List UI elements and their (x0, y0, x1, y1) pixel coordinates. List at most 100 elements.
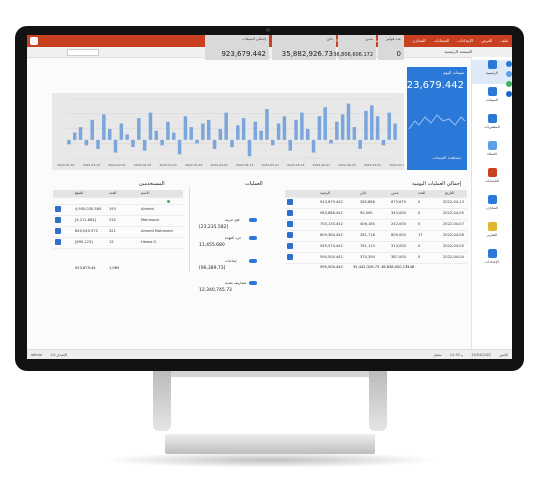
chart-bar (300, 112, 304, 140)
view-details-icon[interactable] (55, 217, 61, 223)
view-sales-link[interactable]: مشاهدة المبيعات (433, 155, 461, 160)
table-cell: 343,000 (391, 211, 406, 215)
status-item: 12:30 م (449, 353, 464, 357)
chart-bar (276, 123, 281, 140)
transaction-toggle[interactable] (249, 281, 257, 285)
status-item: admin (31, 353, 42, 357)
table-cell: 232 (109, 218, 116, 222)
status-item: الإصدار 1.0 (49, 353, 68, 357)
table-cell: 313,000 (391, 244, 406, 248)
table-cell: 0 (418, 211, 421, 215)
table-cell: Mahmoud (141, 218, 159, 222)
sidebar-item[interactable]: العملاء (472, 141, 512, 165)
menu-item[interactable]: المخازن (412, 38, 425, 43)
kpi-card-invoices: عدد فواتير 0 (378, 35, 404, 60)
whatsapp-icon[interactable] (506, 81, 512, 87)
sidebar-item[interactable]: الحسابات (472, 168, 512, 192)
column-header: العدد (109, 191, 117, 195)
transaction-toggle[interactable] (249, 236, 257, 240)
search-input[interactable] (67, 49, 99, 56)
sidebar-item-label: الرئيسية (485, 71, 499, 75)
settings-icon (487, 249, 497, 258)
x-tick-label: 2022-06-15 (338, 163, 356, 167)
chart-bar (364, 110, 368, 140)
table-row[interactable]: 2022-04-05 0 313,000 761,115 549,574.442 (285, 242, 467, 253)
home-icon (487, 60, 497, 69)
view-details-icon[interactable] (287, 243, 293, 249)
table-row[interactable]: 2022-04-13 0 673,670 285,886 923,679.442 (285, 198, 467, 209)
help-icon[interactable] (506, 91, 512, 97)
transaction-toggle[interactable] (249, 218, 257, 222)
table-cell: 406,185 (360, 222, 375, 226)
toolbar: الصفحة الرئيسية (27, 47, 512, 58)
chart-bar (195, 139, 199, 144)
transaction-amount: [23,235.582] (199, 225, 229, 230)
chart-bar (142, 139, 147, 151)
menu-item[interactable]: العرض (481, 38, 492, 43)
chart-bar (224, 112, 228, 140)
stand-shadow (100, 452, 440, 468)
x-tick-label: 2022-05-15 (287, 163, 305, 167)
view-details-icon[interactable] (55, 206, 61, 212)
breadcrumb: الصفحة الرئيسية (444, 49, 472, 54)
chart-bar (305, 128, 310, 140)
view-details-icon[interactable] (287, 232, 293, 238)
chart-bar (317, 116, 322, 140)
table-cell: 923,679.442 (320, 200, 343, 204)
sidebar-item[interactable]: المخازن (472, 195, 512, 219)
chart-bar (259, 130, 263, 140)
daily-section-title: إجمالي العمليات اليومية (412, 181, 462, 187)
transaction-label: إيداعات (225, 259, 237, 263)
view-details-icon[interactable] (287, 221, 293, 227)
sidebar-item[interactable]: التقارير (472, 222, 512, 246)
view-details-icon[interactable] (55, 239, 61, 245)
x-tick-label: 2022-07-01 (364, 163, 382, 167)
today-sales-card[interactable]: مبيعات اليوم 923,679.442 مشاهدة المبيعات (400, 67, 467, 170)
sidebar-item-label: العملاء (487, 152, 497, 156)
sidebar-item[interactable]: الإعدادات (472, 249, 512, 273)
chart-bar (90, 119, 94, 140)
kpi-label: مدين (365, 37, 373, 41)
chart-bar (247, 139, 252, 157)
view-details-icon[interactable] (287, 254, 293, 260)
home-icon[interactable] (506, 61, 512, 67)
view-details-icon[interactable] (287, 199, 293, 205)
warehouse-icon (487, 195, 497, 204)
sidebar-item-label: المبيعات (485, 98, 499, 102)
chart-bar (166, 121, 170, 140)
table-row[interactable]: Mahmoud 232 [4,211.884] (53, 216, 183, 227)
transaction-label: فتح خزينة (225, 218, 240, 222)
chart-bar (78, 127, 83, 140)
chart-bar (329, 139, 333, 144)
view-details-icon[interactable] (55, 228, 61, 234)
table-cell: 0 (418, 244, 421, 248)
search-icon[interactable] (506, 71, 512, 77)
menu-item[interactable]: ملف (500, 38, 508, 43)
table-row[interactable]: 2022-04-07 0 242,000 406,185 700,130.442 (285, 220, 467, 231)
table-row[interactable]: Ahmed 193 4,950,030.584 (53, 205, 183, 216)
table-row[interactable]: Helwa G 12 [890,123] (53, 238, 183, 249)
table-row[interactable]: 2022-04-05 0 343,000 90,000 983,688.442 (285, 209, 467, 220)
table-cell: 17 (418, 233, 423, 237)
menu-item[interactable]: الإعدادات (457, 38, 473, 43)
sidebar-item[interactable]: المشتريات (472, 114, 512, 138)
column-header: المبلغ (75, 191, 84, 195)
transaction-toggle[interactable] (249, 259, 257, 263)
daily-totals-row: 1446 38,838,000.17 35,442,326.73 590,500.44… (285, 265, 467, 271)
chart-bar (323, 107, 327, 140)
table-row[interactable]: Ahmed Mohamed 321 849,049.572 (53, 227, 183, 238)
transaction-amount: [96,389.73] (199, 266, 226, 271)
kpi-card-debit: مدين 36,806,606.172 (333, 35, 376, 60)
x-tick-label: 2022-01-15 (83, 163, 101, 167)
kpi-value: 0 (396, 50, 401, 58)
table-row[interactable]: 2022-04-04 0 387,000 370,390 590,500.442 (285, 253, 467, 264)
table-row[interactable]: 2022-04-06 17 809,000 281,716 809,384.442 (285, 231, 467, 242)
table-cell: 2022-04-07 (443, 222, 464, 226)
quick-icons (505, 57, 512, 117)
accounts-icon (487, 168, 497, 177)
menu-item[interactable]: الحسابات (434, 38, 450, 43)
view-details-icon[interactable] (287, 210, 293, 216)
x-tick-label: 2022-04-01 (211, 163, 229, 167)
chart-bar (230, 139, 234, 148)
status-bar: admin الإصدار 1.0 الإثنين 13/04/2022 12:30 … (27, 349, 512, 359)
